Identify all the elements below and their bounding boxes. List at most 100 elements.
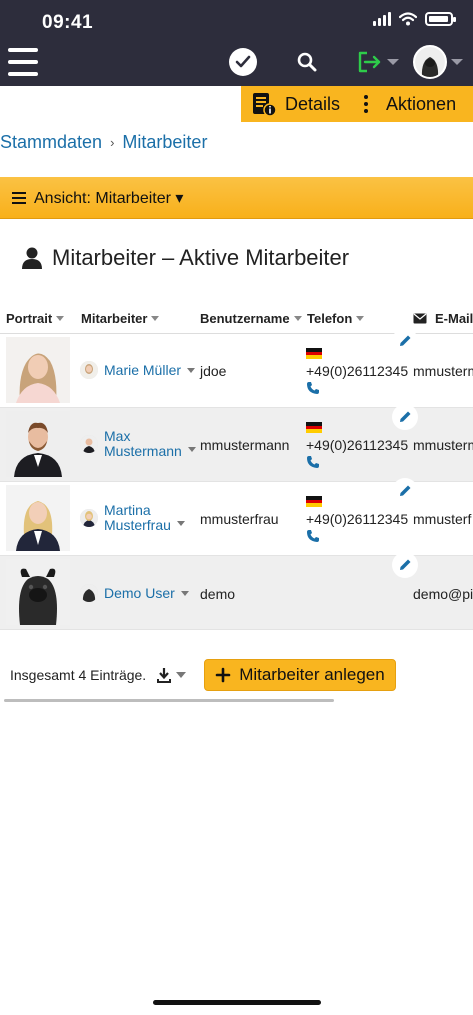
status-time: 09:41 — [42, 12, 94, 33]
chevron-down-icon — [387, 59, 399, 65]
chevron-down-icon[interactable] — [176, 520, 185, 526]
avatar — [80, 361, 98, 379]
name-line: Musterfrau — [104, 517, 171, 533]
germany-flag-icon — [306, 422, 322, 434]
username-cell: jdoe — [200, 363, 227, 379]
table-row: Max Mustermann mmustermann +49(0)26112345… — [0, 404, 473, 482]
app-header: 09:41 — [0, 0, 473, 86]
edit-button[interactable] — [392, 404, 418, 430]
signal-icon — [373, 12, 391, 26]
chevron-down-icon — [451, 59, 463, 65]
download-button[interactable] — [156, 667, 187, 683]
edit-button[interactable] — [392, 328, 418, 354]
phone-cell: +49(0)26112345 — [306, 496, 408, 543]
germany-flag-icon — [306, 348, 322, 360]
search-icon[interactable] — [297, 52, 317, 72]
details-button[interactable]: Details — [251, 91, 340, 117]
actions-label: Aktionen — [386, 93, 457, 114]
name-line: Martina — [104, 502, 151, 518]
details-icon — [253, 93, 277, 117]
username-cell: demo — [200, 586, 236, 602]
portrait-image — [6, 559, 70, 625]
username-cell: mmusterfrau — [200, 511, 279, 527]
breadcrumb-mitarbeiter[interactable]: Mitarbeiter — [122, 132, 207, 153]
portrait-image — [6, 485, 70, 551]
column-telefon[interactable]: Telefon — [307, 311, 365, 326]
employee-name-cell: Demo User — [80, 584, 189, 602]
logout-icon — [358, 51, 381, 73]
details-label: Details — [285, 93, 341, 114]
email-cell[interactable]: mmusterm — [413, 437, 473, 453]
chevron-down-icon[interactable] — [187, 367, 196, 373]
column-portrait[interactable]: Portrait — [6, 311, 65, 326]
column-label: E-Mail — [435, 311, 473, 326]
chevron-down-icon — [176, 672, 187, 678]
add-employee-label: Mitarbeiter anlegen — [239, 665, 385, 684]
portrait-image — [6, 337, 70, 403]
column-label: Portrait — [6, 311, 53, 326]
sort-caret-icon — [56, 316, 65, 321]
phone-icon[interactable] — [306, 455, 320, 469]
user-menu[interactable] — [413, 45, 463, 79]
email-cell[interactable]: mmusterm — [413, 363, 473, 379]
pencil-icon — [400, 559, 411, 570]
email-cell[interactable]: demo@pic — [413, 586, 473, 602]
add-employee-button[interactable]: Mitarbeiter anlegen — [204, 659, 396, 691]
name-line: Mustermann — [104, 443, 182, 459]
actions-button[interactable]: Aktionen — [364, 94, 456, 115]
pencil-icon — [400, 411, 411, 422]
logout-button[interactable] — [357, 51, 399, 73]
wifi-icon — [399, 12, 417, 26]
employee-name-link[interactable]: Max Mustermann — [104, 429, 182, 459]
sort-caret-icon — [293, 316, 302, 321]
total-count: Insgesamt 4 Einträge. — [10, 667, 147, 683]
employee-name-link[interactable]: Demo User — [104, 585, 175, 601]
column-benutzername[interactable]: Benutzername — [200, 311, 302, 326]
table-row: Marie Müller jdoe +49(0)26112345 mmuster… — [0, 328, 473, 408]
column-label: Benutzername — [200, 311, 290, 326]
view-label: Ansicht: Mitarbeiter ▾ — [34, 189, 184, 207]
chevron-down-icon[interactable] — [187, 446, 196, 452]
view-selector[interactable]: Ansicht: Mitarbeiter ▾ — [0, 177, 473, 219]
battery-icon — [425, 12, 456, 26]
page-title: Mitarbeiter – Aktive Mitarbeiter — [22, 245, 349, 271]
download-icon — [157, 668, 172, 683]
avatar — [80, 509, 98, 527]
avatar — [80, 435, 98, 453]
breadcrumb: Stammdaten › Mitarbeiter — [0, 132, 207, 153]
column-email[interactable]: E-Mail — [413, 311, 473, 326]
column-mitarbeiter[interactable]: Mitarbeiter — [81, 311, 160, 326]
email-cell[interactable]: mmusterf — [413, 511, 471, 527]
username-cell: mmustermann — [200, 437, 290, 453]
portrait-image — [6, 411, 70, 477]
germany-flag-icon — [306, 496, 322, 508]
phone-number: +49(0)26112345 — [306, 437, 409, 453]
table-footer: Insgesamt 4 Einträge. Mitarbeiter anlege… — [10, 658, 396, 692]
employee-name-link[interactable]: Marie Müller — [104, 362, 181, 378]
phone-icon[interactable] — [306, 529, 320, 543]
column-label: Mitarbeiter — [81, 311, 148, 326]
phone-number: +49(0)26112345 — [306, 363, 409, 379]
employee-name-cell: Martina Musterfrau — [80, 503, 185, 533]
employee-name-link[interactable]: Martina Musterfrau — [104, 503, 171, 533]
page-title-text: Mitarbeiter – Aktive Mitarbeiter — [52, 245, 350, 270]
chevron-down-icon[interactable] — [180, 590, 189, 596]
horizontal-scrollbar[interactable] — [4, 699, 334, 702]
check-circle-icon[interactable] — [229, 48, 257, 76]
column-label: Telefon — [307, 311, 353, 326]
home-indicator[interactable] — [153, 1000, 321, 1005]
pencil-icon — [400, 485, 411, 496]
employee-name-cell: Max Mustermann — [80, 429, 196, 459]
table-row: Martina Musterfrau mmusterfrau +49(0)2611… — [0, 478, 473, 556]
edit-button[interactable] — [392, 552, 418, 578]
breadcrumb-stammdaten[interactable]: Stammdaten — [0, 132, 102, 153]
pencil-icon — [400, 335, 411, 346]
table-row: Demo User demo demo@pic — [0, 552, 473, 630]
phone-icon[interactable] — [306, 381, 320, 395]
plus-icon — [215, 667, 231, 683]
hamburger-icon[interactable] — [8, 48, 38, 76]
edit-button[interactable] — [392, 478, 418, 504]
user-icon — [22, 247, 42, 269]
phone-cell: +49(0)26112345 — [306, 348, 408, 395]
status-icons — [373, 12, 456, 26]
